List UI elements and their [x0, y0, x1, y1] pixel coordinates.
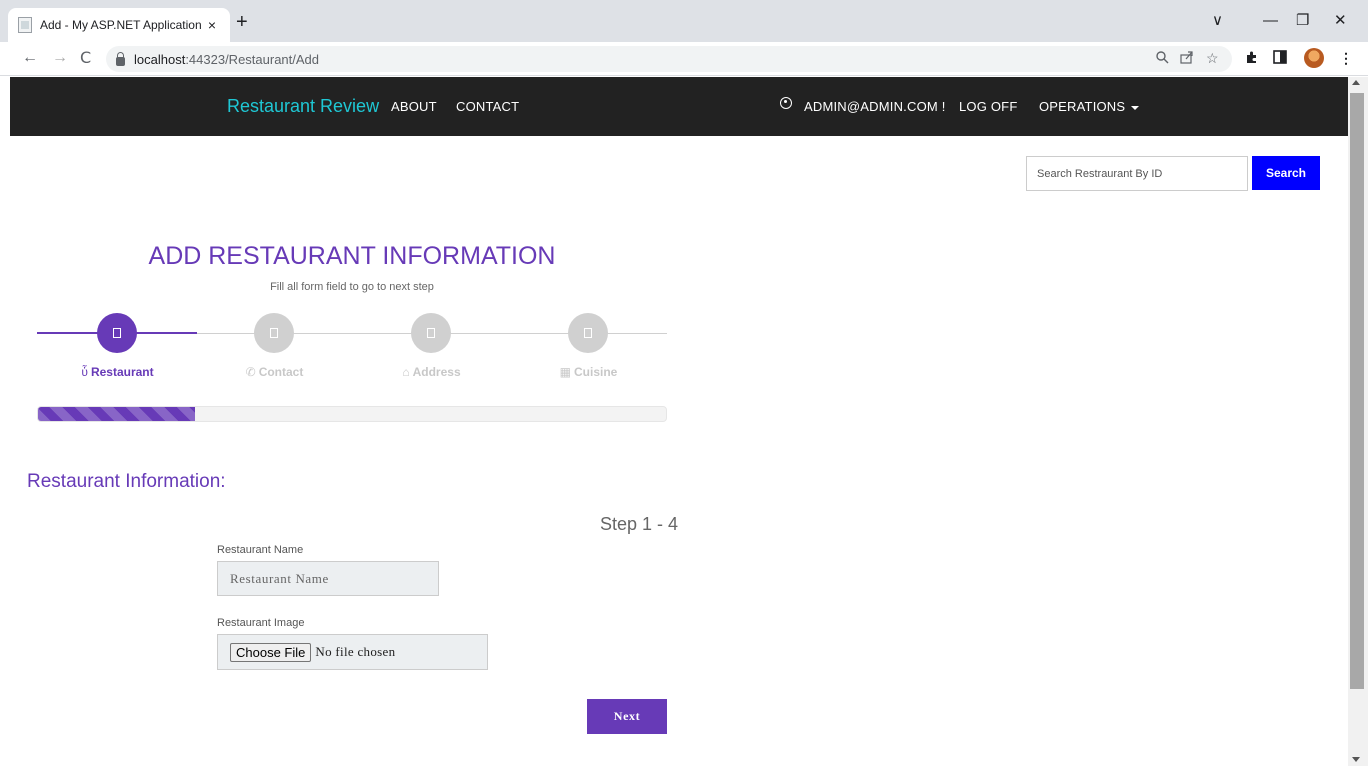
step-label-contact: ✆ Contact [196, 365, 353, 379]
section-title: Restaurant Information: [27, 471, 226, 492]
file-status-text: No file chosen [315, 644, 396, 659]
restaurant-name-label: Restaurant Name [217, 544, 304, 556]
restaurant-image-label: Restaurant Image [217, 617, 305, 629]
url-text: localhost:44323/Restaurant/Add [134, 52, 319, 67]
site-navbar: Restaurant Review ABOUT CONTACT ADMIN@AD… [10, 77, 1348, 136]
page-title: ADD RESTAURANT INFORMATION [148, 242, 556, 270]
restaurant-name-field[interactable] [217, 561, 439, 596]
step-label-text: Cuisine [574, 365, 618, 379]
step-label-restaurant: ὗ Restaurant [39, 365, 196, 379]
tab-close-icon[interactable]: × [204, 17, 220, 33]
address-bar[interactable]: localhost:44323/Restaurant/Add [106, 46, 1232, 72]
browser-tab[interactable]: Add - My ASP.NET Application × [8, 8, 230, 42]
bookmark-star-icon[interactable]: ☆ [1206, 50, 1219, 66]
step-circle-contact [254, 313, 294, 353]
restaurant-image-field[interactable]: Choose File No file chosen [217, 634, 488, 670]
tab-search-icon[interactable]: ∨ [1212, 12, 1223, 30]
url-path: :44323/Restaurant/Add [185, 51, 320, 67]
step-circle-restaurant [97, 313, 137, 353]
extensions-icon[interactable] [1245, 50, 1259, 67]
share-icon[interactable] [1180, 50, 1194, 67]
nav-user[interactable]: ADMIN@ADMIN.COM ! [804, 99, 946, 114]
user-circle-icon [780, 97, 792, 109]
step-label-text: Restaurant [90, 365, 154, 379]
side-panel-icon[interactable] [1273, 50, 1287, 67]
restore-icon[interactable]: ❐ [1296, 12, 1309, 30]
brand-link[interactable]: Restaurant Review [227, 96, 379, 117]
browser-toolbar: ← → C localhost:44323/Restaurant/Add ☆ ⋮ [0, 42, 1368, 76]
table-icon: ▦ [559, 365, 571, 379]
cup-icon: ὗ [81, 365, 88, 379]
step-circle-cuisine [568, 313, 608, 353]
step-label-text: Address [412, 365, 461, 379]
search-input[interactable] [1026, 156, 1248, 191]
zoom-icon[interactable] [1155, 50, 1169, 67]
phone-icon: ✆ [245, 365, 256, 379]
forward-icon[interactable]: → [52, 49, 68, 67]
nav-operations[interactable]: OPERATIONS [1039, 99, 1140, 114]
step-glyph-icon [584, 328, 592, 338]
scroll-up-icon[interactable] [1352, 80, 1360, 85]
step-label-address: ⌂ Address [353, 365, 510, 379]
step-label-text: Contact [258, 365, 304, 379]
new-tab-icon[interactable]: + [236, 12, 248, 32]
step-glyph-icon [427, 328, 435, 338]
lock-icon[interactable] [116, 51, 125, 66]
scrollbar-thumb[interactable] [1350, 93, 1364, 689]
nav-log-off[interactable]: LOG OFF [959, 99, 1017, 114]
progress-bar-fill [38, 407, 195, 421]
url-host: localhost [134, 51, 186, 67]
back-icon[interactable]: ← [22, 49, 38, 67]
browser-tab-bar: Add - My ASP.NET Application × + ∨ — ❐ ✕ [0, 0, 1368, 42]
step-glyph-icon [270, 328, 278, 338]
page-favicon-icon [18, 17, 32, 33]
minimize-icon[interactable]: — [1263, 12, 1278, 30]
profile-avatar[interactable] [1304, 48, 1324, 68]
caret-down-icon [1131, 105, 1140, 110]
choose-file-button[interactable]: Choose File [230, 642, 312, 662]
reload-icon[interactable]: C [80, 49, 91, 67]
step-count: Step 1 - 4 [599, 514, 678, 534]
scroll-down-icon[interactable] [1352, 757, 1360, 762]
tab-title: Add - My ASP.NET Application [40, 18, 202, 32]
nav-contact[interactable]: CONTACT [456, 99, 519, 114]
step-glyph-icon [113, 328, 121, 338]
search-button[interactable]: Search [1252, 156, 1320, 190]
nav-about[interactable]: ABOUT [391, 99, 437, 114]
step-circle-address [411, 313, 451, 353]
next-button[interactable]: Next [587, 699, 667, 734]
home-icon: ⌂ [402, 365, 410, 379]
page-subtitle: Fill all form field to go to next step [270, 281, 434, 293]
close-window-icon[interactable]: ✕ [1334, 12, 1347, 30]
menu-icon[interactable]: ⋮ [1339, 50, 1353, 66]
nav-operations-label: OPERATIONS [1039, 99, 1126, 114]
step-label-cuisine: ▦ Cuisine [510, 365, 667, 379]
progress-bar [37, 406, 667, 422]
